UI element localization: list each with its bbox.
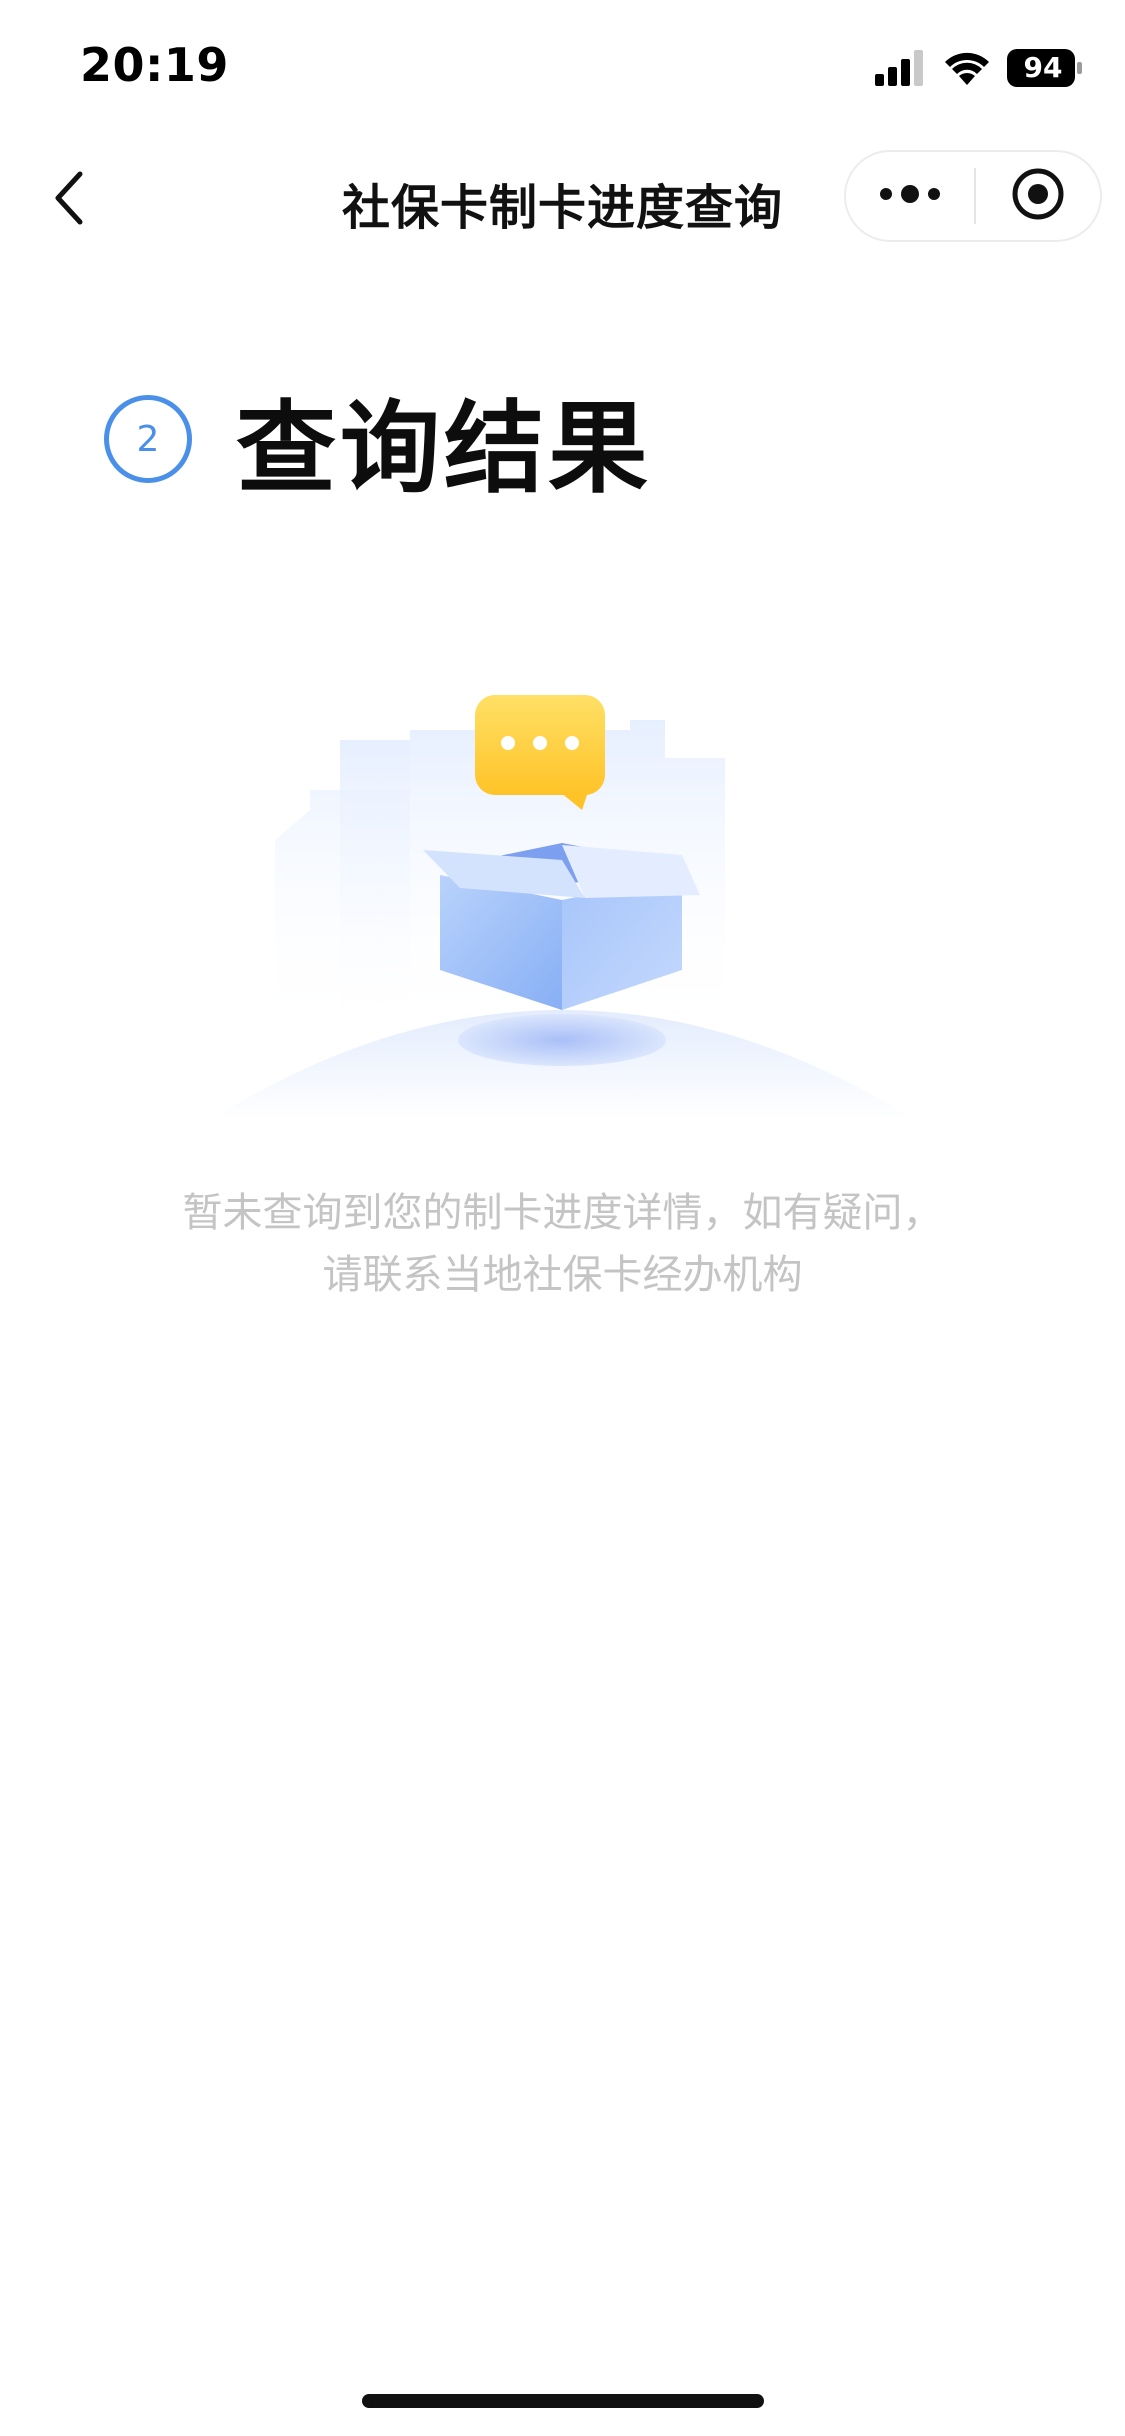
mini-program-capsule bbox=[844, 150, 1102, 242]
home-indicator[interactable] bbox=[362, 2394, 764, 2408]
chat-bubble-icon bbox=[475, 695, 605, 810]
battery-icon: 94 bbox=[1007, 49, 1083, 87]
signal-icon bbox=[875, 50, 927, 86]
status-bar: 20:19 94 bbox=[0, 0, 1125, 140]
empty-message-line-2: 请联系当地社保卡经办机构 bbox=[322, 1252, 803, 1298]
target-circle-icon bbox=[1010, 166, 1066, 226]
battery-level: 94 bbox=[1023, 51, 1063, 84]
empty-message-line-1: 暂未查询到您的制卡进度详情，如有疑问， bbox=[182, 1190, 943, 1236]
status-icons: 94 bbox=[875, 48, 1083, 88]
nav-bar: 社保卡制卡进度查询 bbox=[0, 140, 1125, 260]
empty-box-icon bbox=[210, 695, 915, 1120]
empty-state-illustration bbox=[190, 680, 935, 1130]
more-dots-icon bbox=[878, 182, 942, 210]
empty-message: 暂未查询到您的制卡进度详情，如有疑问， 请联系当地社保卡经办机构 bbox=[80, 1182, 1045, 1306]
close-mini-program-button[interactable] bbox=[976, 152, 1100, 240]
wifi-icon bbox=[943, 50, 991, 86]
result-header: 2 查询结果 bbox=[104, 384, 652, 507]
status-time: 20:19 bbox=[80, 38, 229, 92]
step-badge: 2 bbox=[104, 395, 192, 483]
more-button[interactable] bbox=[846, 152, 974, 240]
result-title: 查询结果 bbox=[236, 389, 652, 507]
